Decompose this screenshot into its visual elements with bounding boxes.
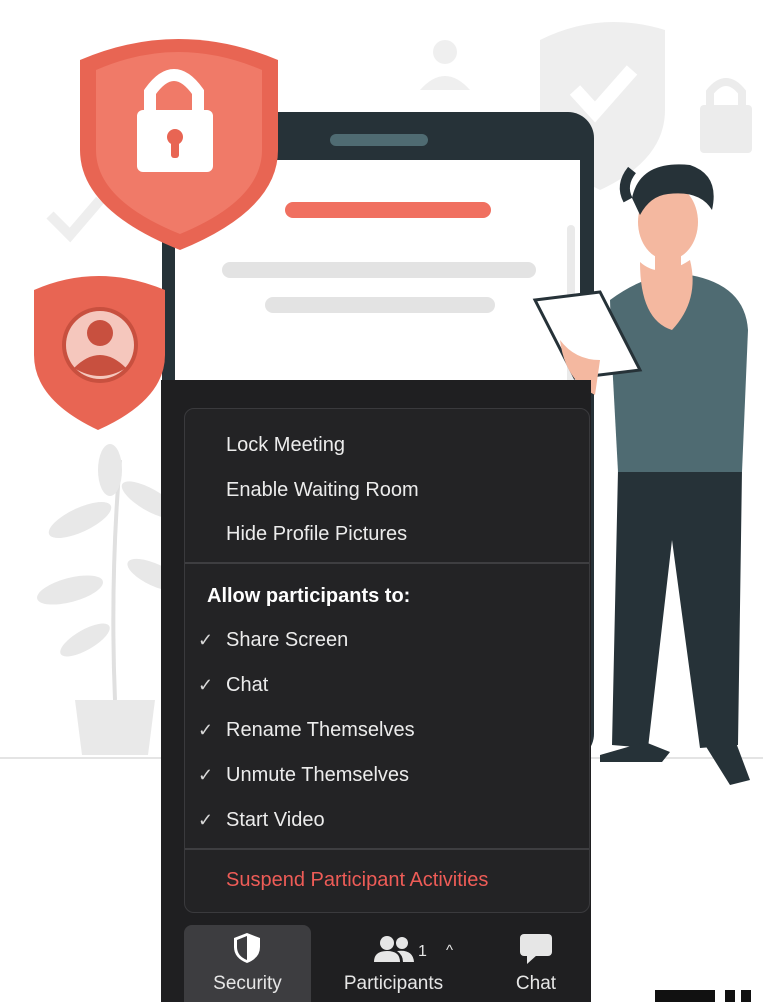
background-lock-icon <box>700 78 752 153</box>
unmute-themselves-check-icon: ✓ <box>198 765 214 785</box>
hide-profile-pictures-item[interactable]: Hide Profile Pictures <box>226 522 407 546</box>
participants-label: Participants <box>343 973 444 994</box>
security-label: Security <box>213 973 282 994</box>
unmute-themselves-item[interactable]: Unmute Themselves <box>226 763 409 787</box>
speech-bubble-icon <box>520 934 552 964</box>
background-check-icon <box>46 196 104 243</box>
start-video-check-icon: ✓ <box>198 810 214 830</box>
menu-divider <box>185 562 589 564</box>
security-menu: Lock Meeting Enable Waiting Room Hide Pr… <box>184 408 590 913</box>
lock-meeting-item[interactable]: Lock Meeting <box>226 433 345 457</box>
menu-divider <box>185 848 589 850</box>
share-screen-check-icon: ✓ <box>198 630 214 650</box>
rename-themselves-check-icon: ✓ <box>198 720 214 740</box>
chat-check-icon: ✓ <box>198 675 214 695</box>
security-button[interactable]: Security <box>184 925 311 1002</box>
share-screen-item[interactable]: Share Screen <box>226 628 348 652</box>
start-video-item[interactable]: Start Video <box>226 808 325 832</box>
enable-waiting-room-item[interactable]: Enable Waiting Room <box>226 478 419 502</box>
allow-participants-heading: Allow participants to: <box>207 585 411 607</box>
chevron-up-icon[interactable]: ^ <box>446 942 453 959</box>
participants-button[interactable]: 1 ^ Participants <box>331 925 456 1002</box>
chat-button[interactable]: Chat <box>496 925 576 1002</box>
user-shield-icon <box>34 276 165 430</box>
meeting-toolbar: Security 1 ^ Participants Chat <box>161 916 591 1002</box>
shield-icon <box>234 933 260 963</box>
rename-themselves-item[interactable]: Rename Themselves <box>226 718 415 742</box>
chat-item[interactable]: Chat <box>226 673 268 697</box>
cropped-watermark <box>655 990 751 1002</box>
chat-label: Chat <box>515 973 557 994</box>
participant-count: 1 <box>418 943 427 960</box>
suspend-participant-activities-item[interactable]: Suspend Participant Activities <box>226 868 488 892</box>
people-icon <box>374 936 414 962</box>
background-user-icon <box>420 40 470 90</box>
